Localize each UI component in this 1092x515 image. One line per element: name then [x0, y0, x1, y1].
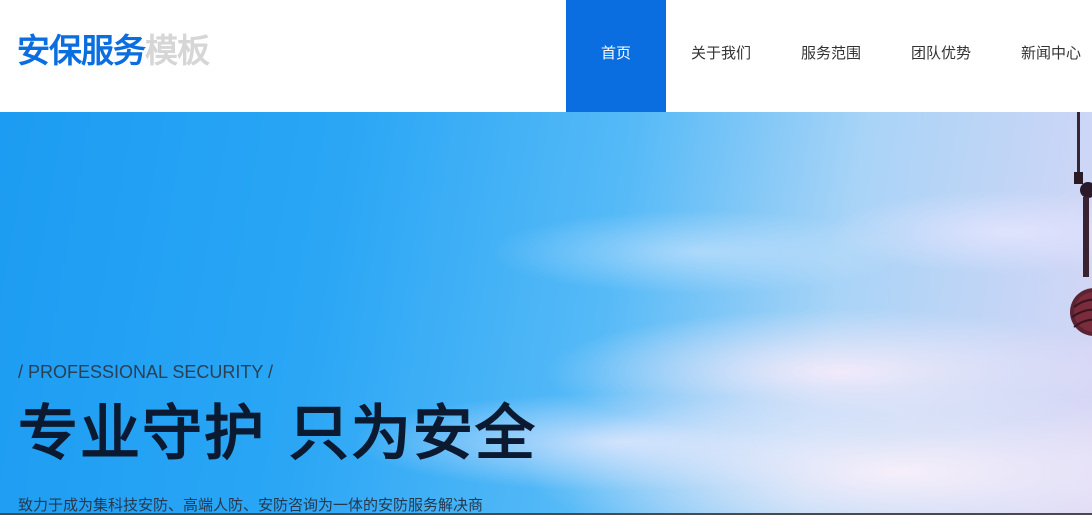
tower-image	[1070, 112, 1092, 336]
hero-title: 专业守护 只为安全	[18, 399, 537, 469]
main-nav: 首页 关于我们 服务范围 团队优势 新闻中心	[566, 0, 1092, 112]
hero-banner: / PROFESSIONAL SECURITY / 专业守护 只为安全 致力于成…	[0, 112, 1092, 513]
nav-item-news[interactable]: 新闻中心	[996, 0, 1092, 112]
nav-item-home[interactable]: 首页	[566, 0, 666, 112]
logo-main-text: 安保服务	[17, 31, 146, 70]
site-header: 安保服务模板 首页 关于我们 服务范围 团队优势 新闻中心	[0, 0, 1092, 112]
hero-subtitle: / PROFESSIONAL SECURITY /	[18, 362, 274, 382]
logo-sub-text: 模板	[145, 31, 210, 70]
site-logo[interactable]: 安保服务模板	[17, 30, 210, 72]
hero-description: 致力于成为集科技安防、高端人防、安防咨询为一体的安防服务解决商	[18, 496, 484, 513]
nav-item-about[interactable]: 关于我们	[666, 0, 776, 112]
nav-item-team[interactable]: 团队优势	[886, 0, 996, 112]
nav-item-services[interactable]: 服务范围	[776, 0, 886, 112]
